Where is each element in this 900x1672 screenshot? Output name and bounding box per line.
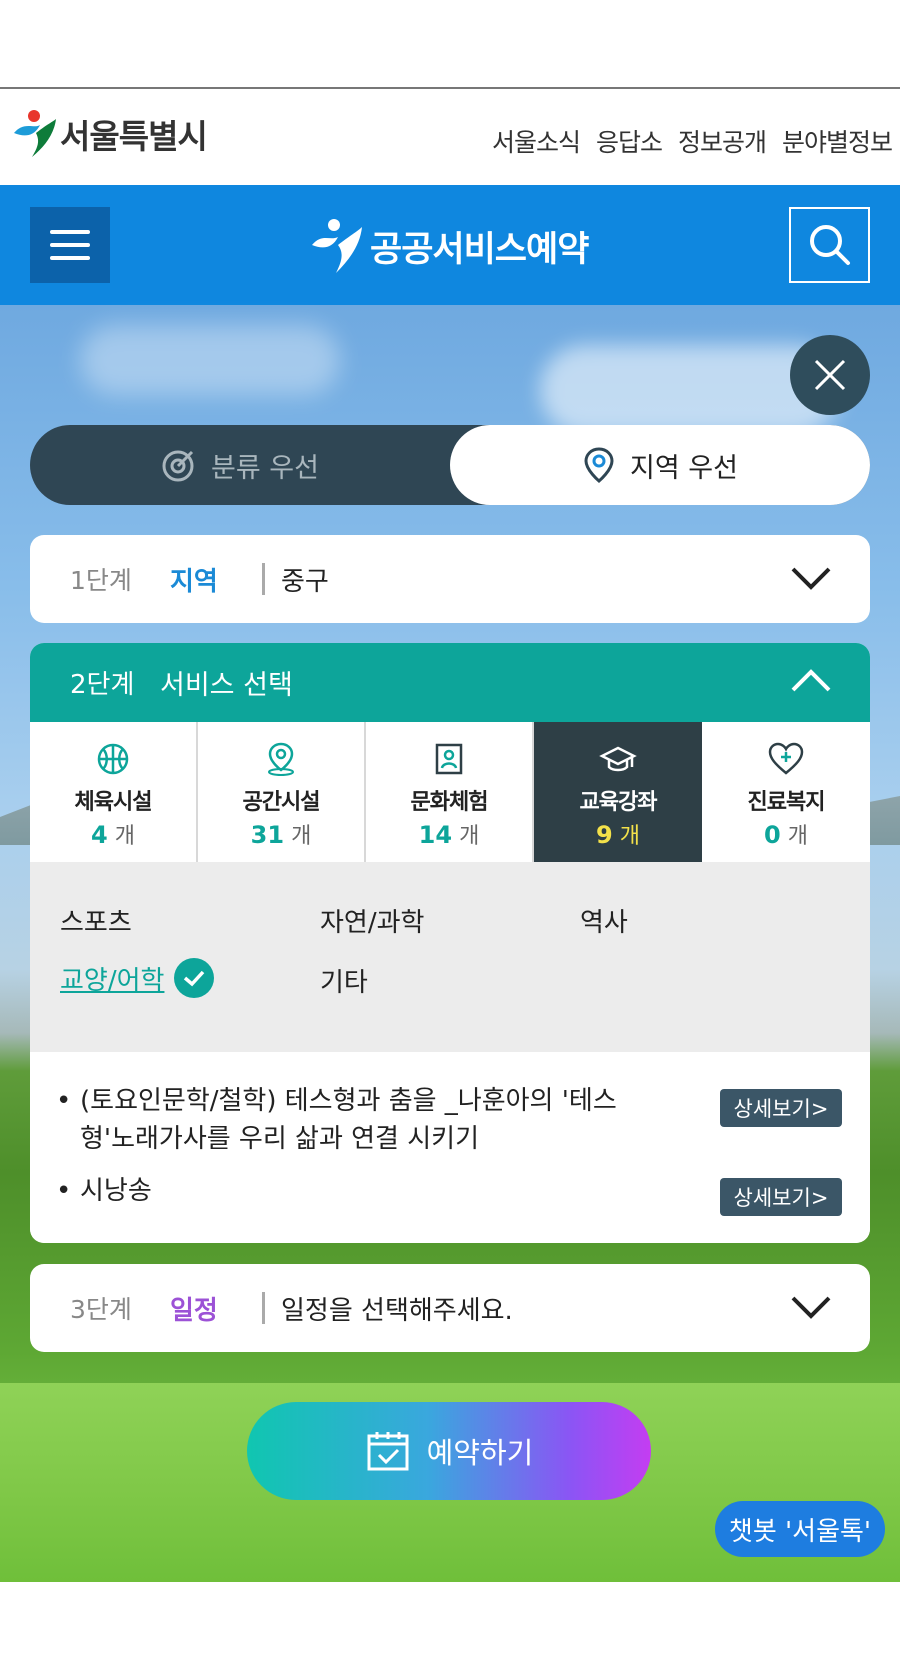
chevron-down-icon[interactable] xyxy=(790,1294,832,1320)
step1-key: 지역 xyxy=(170,566,218,597)
subcategory-etc[interactable]: 기타 xyxy=(320,962,368,999)
service-logo[interactable]: 공공서비스예약 xyxy=(308,215,589,277)
search-button[interactable] xyxy=(789,207,870,283)
subcategory-culture-language-wrap[interactable]: 교양/어학 xyxy=(60,958,215,998)
seoul-logo[interactable]: 서울특별시 xyxy=(10,107,208,161)
service-list: (토요인문학/철학) 테스형과 춤을 _나훈아의 '테스형'노래가사를 우리 삶… xyxy=(30,1052,870,1243)
hamburger-icon xyxy=(50,230,90,234)
step3-number: 3단계 xyxy=(70,1295,132,1324)
divider xyxy=(262,563,265,595)
link-seoul-news[interactable]: 서울소식 xyxy=(492,123,581,159)
culture-frame-icon xyxy=(435,743,463,775)
category-space-facility[interactable]: 공간시설 31 개 xyxy=(198,722,366,862)
seoul-logo-text: 서울특별시 xyxy=(60,117,208,156)
category-count: 9 xyxy=(596,821,613,849)
step1-value: 중구 xyxy=(281,566,329,597)
seoul-symbol-icon xyxy=(14,110,56,157)
search-icon xyxy=(809,225,850,265)
step2-number: 2단계 xyxy=(70,670,135,700)
subcategory-culture-language[interactable]: 교양/어학 xyxy=(60,960,164,997)
chevron-up-icon[interactable] xyxy=(790,668,832,694)
top-links: 서울소식 응답소 정보공개 분야별정보 xyxy=(492,123,893,159)
category-name: 교육강좌 xyxy=(579,790,658,815)
region-first-option[interactable]: 지역 우선 xyxy=(450,425,870,505)
category-culture-experience[interactable]: 문화체험 14 개 xyxy=(366,722,534,862)
search-mode-toggle: 분류 우선 지역 우선 xyxy=(30,425,870,505)
link-info-disclosure[interactable]: 정보공개 xyxy=(678,123,767,159)
subcategory-history[interactable]: 역사 xyxy=(580,902,628,939)
service-symbol-icon xyxy=(312,219,362,273)
subcategory-nature-science[interactable]: 자연/과학 xyxy=(320,902,424,939)
category-name: 공간시설 xyxy=(242,790,321,815)
category-name: 진료복지 xyxy=(747,790,826,815)
menu-button[interactable] xyxy=(30,207,110,283)
step2-header[interactable]: 2단계 서비스 선택 xyxy=(30,643,870,722)
basketball-icon xyxy=(97,743,129,775)
chevron-down-icon[interactable] xyxy=(790,565,832,591)
close-icon xyxy=(814,359,846,391)
list-item[interactable]: 시낭송 xyxy=(56,1172,650,1210)
service-title: 공공서비스예약 xyxy=(370,229,589,270)
category-name: 체육시설 xyxy=(74,790,153,815)
target-icon xyxy=(162,450,194,482)
category-count: 14 xyxy=(418,821,453,849)
detail-button[interactable]: 상세보기> xyxy=(720,1089,842,1127)
divider xyxy=(262,1292,265,1324)
step1-number: 1단계 xyxy=(70,566,132,595)
category-count: 0 xyxy=(764,821,781,849)
step1-region-card[interactable]: 1단계 지역 중구 xyxy=(30,535,870,623)
service-bar: 공공서비스예약 xyxy=(0,185,900,305)
step3-key: 일정 xyxy=(170,1295,218,1326)
heart-plus-icon xyxy=(768,742,804,775)
category-medical-welfare[interactable]: 진료복지 0 개 xyxy=(702,722,870,862)
link-eungdapso[interactable]: 응답소 xyxy=(596,123,663,159)
list-item[interactable]: (토요인문학/철학) 테스형과 춤을 _나훈아의 '테스형'노래가사를 우리 삶… xyxy=(56,1082,650,1158)
category-tabs: 체육시설 4 개 공간시설 31 개 문화체험 14 개 교육강좌 9 개 진료… xyxy=(30,722,870,878)
category-first-option[interactable]: 분류 우선 xyxy=(30,425,450,505)
subcategory-panel: 스포츠 자연/과학 역사 교양/어학 기타 xyxy=(30,862,870,1052)
subcategory-sports[interactable]: 스포츠 xyxy=(60,902,132,939)
step2-service-card: 2단계 서비스 선택 체육시설 4 개 공간시설 31 개 문화체험 14 개 … xyxy=(30,643,870,1243)
close-button[interactable] xyxy=(790,335,870,415)
chatbot-button[interactable]: 챗봇 '서울톡' xyxy=(715,1501,885,1557)
category-education-lecture[interactable]: 교육강좌 9 개 xyxy=(534,722,702,878)
step3-value: 일정을 선택해주세요. xyxy=(281,1295,513,1326)
category-name: 문화체험 xyxy=(410,790,489,815)
graduation-cap-icon xyxy=(599,746,637,772)
link-field-info[interactable]: 분야별정보 xyxy=(782,123,893,159)
step3-schedule-card[interactable]: 3단계 일정 일정을 선택해주세요. xyxy=(30,1264,870,1352)
detail-button[interactable]: 상세보기> xyxy=(720,1178,842,1216)
step2-key: 서비스 선택 xyxy=(160,670,293,701)
location-pin-icon xyxy=(584,447,614,483)
category-count: 4 xyxy=(91,821,108,849)
location-pin-icon xyxy=(268,742,294,776)
calendar-check-icon xyxy=(367,1432,409,1471)
category-count: 31 xyxy=(250,821,285,849)
seoul-header: 서울특별시 서울소식 응답소 정보공개 분야별정보 xyxy=(0,89,900,185)
check-icon xyxy=(174,958,215,998)
category-first-label: 분류 우선 xyxy=(211,452,319,484)
category-sports-facility[interactable]: 체육시설 4 개 xyxy=(30,722,198,862)
region-first-label: 지역 우선 xyxy=(630,452,738,484)
reserve-label: 예약하기 xyxy=(426,1436,534,1470)
reserve-button[interactable]: 예약하기 xyxy=(247,1402,651,1500)
